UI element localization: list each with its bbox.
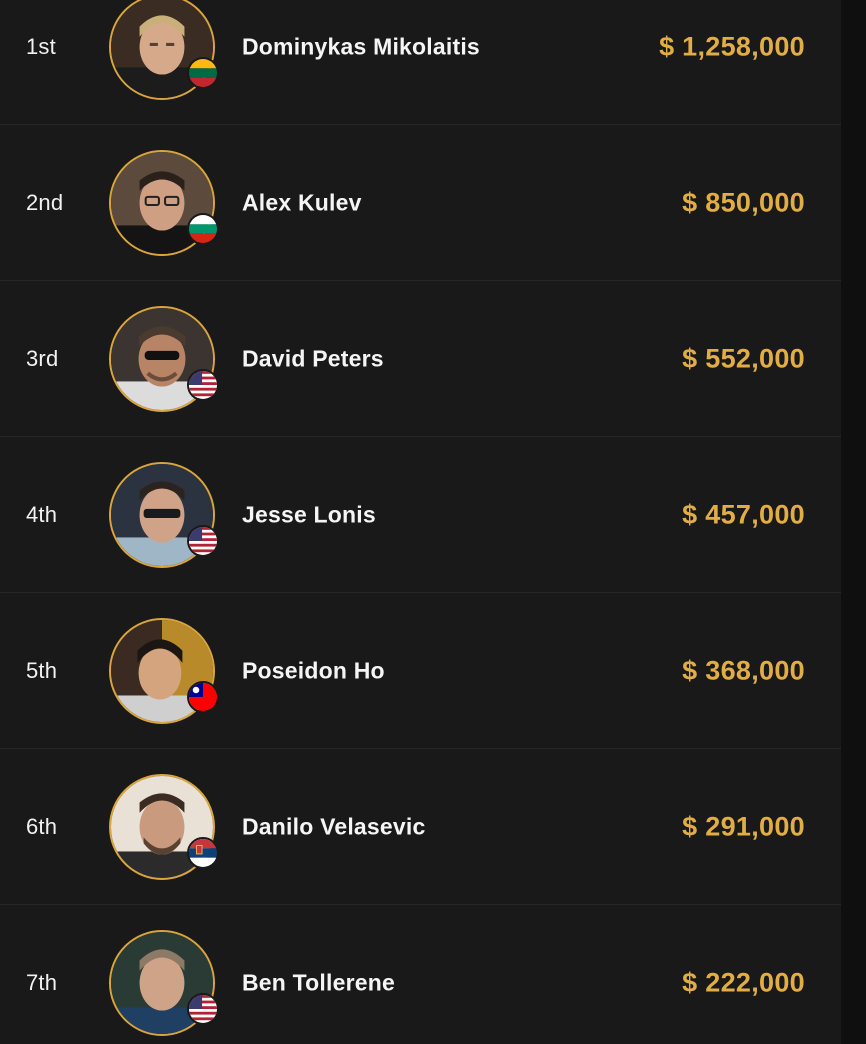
player-row[interactable]: 1st Dominykas Mikolaitis $ 1,258,000 [0,0,841,125]
player-name[interactable]: Ben Tollerene [242,969,395,996]
player-name[interactable]: Danilo Velasevic [242,813,425,840]
serbia-flag-icon [187,836,219,869]
player-row[interactable]: 4th Jesse Lonis $ 457,000 [0,437,841,593]
player-row[interactable]: 3rd David Peters $ 552,000 [0,281,841,437]
player-name[interactable]: Poseidon Ho [242,657,385,684]
place-label: 4th [26,501,58,527]
prize-amount: $ 291,000 [682,811,805,841]
player-row[interactable]: 7th Ben Tollerene $ 222,000 [0,905,841,1044]
prize-amount: $ 850,000 [682,187,805,217]
player-name[interactable]: Dominykas Mikolaitis [242,33,480,60]
player-row[interactable]: 6th Danilo Velasevic $ 291,000 [0,749,841,905]
usa-flag-icon [187,368,219,401]
player-name[interactable]: David Peters [242,345,384,372]
payout-list: 1st Dominykas Mikolaitis $ 1,258,000 2nd… [0,0,841,1044]
scrollbar-track[interactable] [841,0,866,1044]
place-label: 1st [26,33,56,59]
prize-amount: $ 222,000 [682,967,805,997]
usa-flag-icon [187,524,219,557]
prize-amount: $ 552,000 [682,343,805,373]
place-label: 2nd [26,189,64,215]
bulgaria-flag-icon [187,212,219,245]
place-label: 6th [26,813,58,839]
lithuania-flag-icon [187,56,219,89]
prize-amount: $ 457,000 [682,499,805,529]
place-label: 3rd [26,345,59,371]
prize-amount: $ 368,000 [682,655,805,685]
place-label: 7th [26,969,58,995]
taiwan-flag-icon [187,680,219,713]
prize-amount: $ 1,258,000 [659,31,805,61]
player-name[interactable]: Alex Kulev [242,189,362,216]
player-name[interactable]: Jesse Lonis [242,501,376,528]
player-row[interactable]: 5th Poseidon Ho $ 368,000 [0,593,841,749]
usa-flag-icon [187,992,219,1025]
player-row[interactable]: 2nd Alex Kulev $ 850,000 [0,125,841,281]
place-label: 5th [26,657,58,683]
